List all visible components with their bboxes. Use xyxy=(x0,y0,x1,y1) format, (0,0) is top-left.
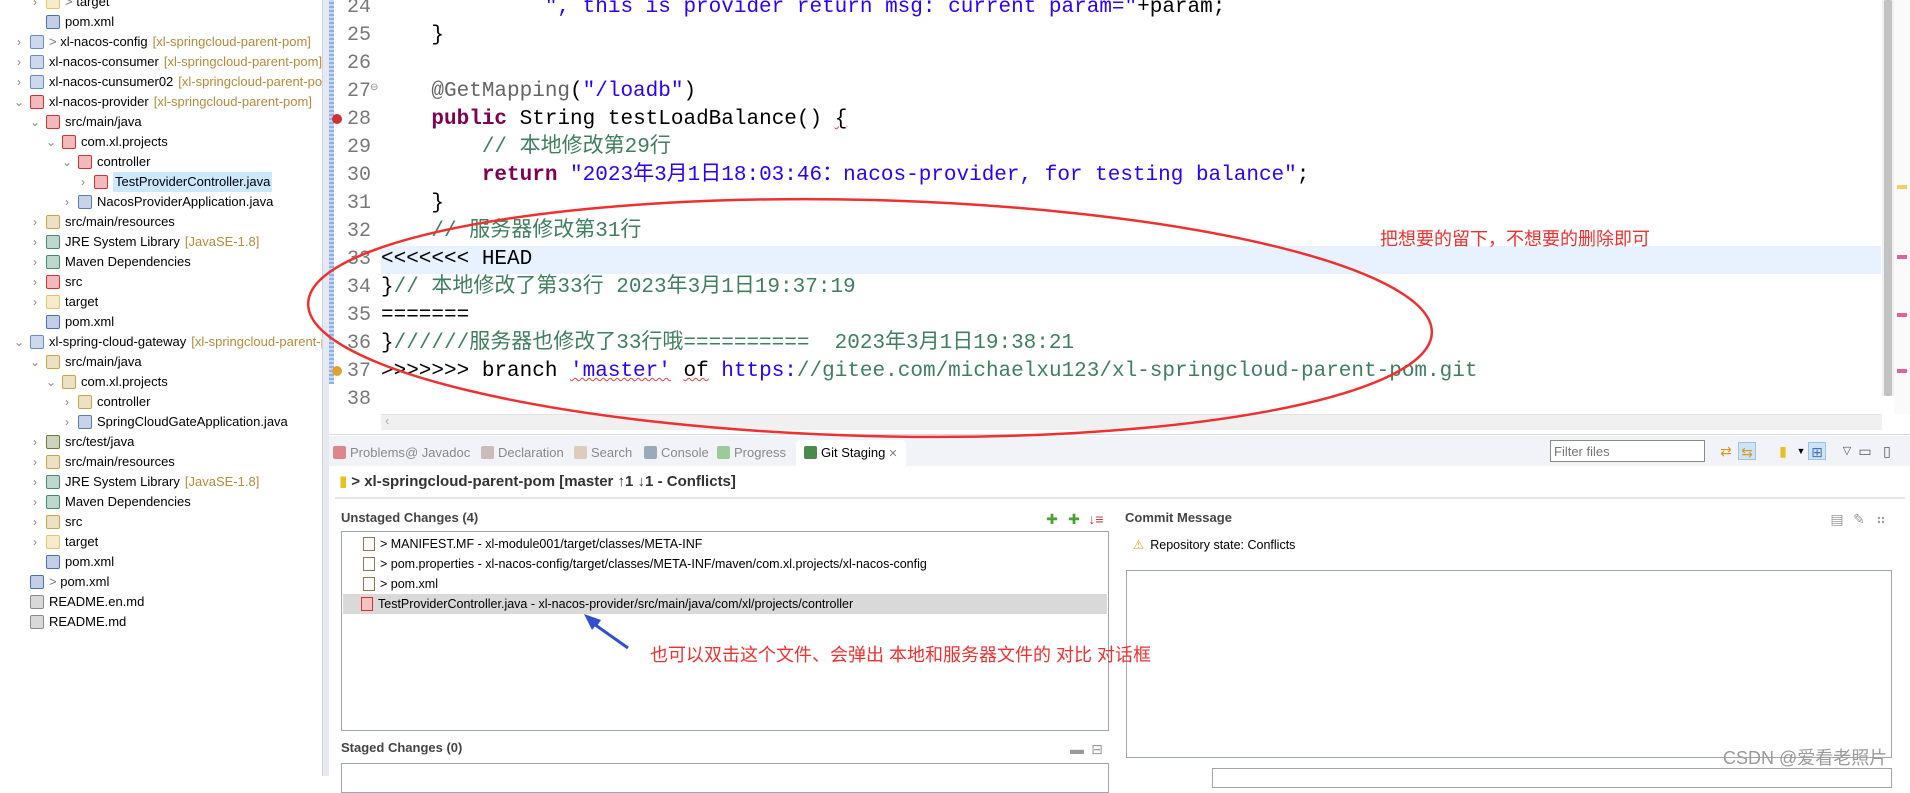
annotation-doubleclick-note: 也可以双击这个文件、会弹出 本地和服务器文件的 对比 对话框 xyxy=(650,645,1152,665)
annotation-keep-note: 把想要的留下，不想要的删除即可 xyxy=(1380,229,1650,249)
annotation-arrow-shaft xyxy=(593,622,629,650)
watermark: CSDN @爱看老照片 xyxy=(1723,748,1888,768)
annotation-ellipse xyxy=(306,197,1434,439)
